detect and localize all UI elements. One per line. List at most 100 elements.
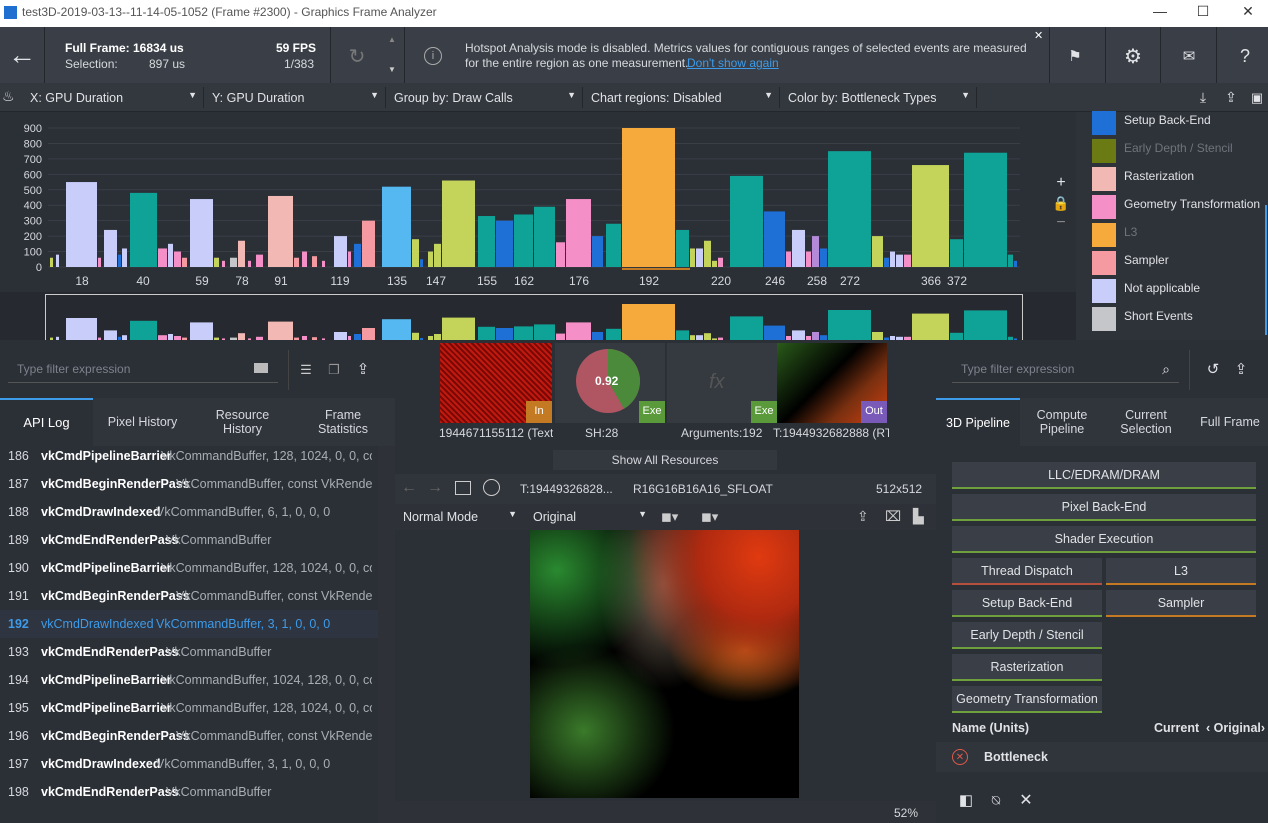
minimize-button[interactable]: — [1150,3,1170,19]
mail-icon[interactable]: ✉ [1176,43,1202,69]
flame-icon[interactable]: ♨ [2,88,15,105]
clear-icon[interactable]: ✕ [1016,790,1036,810]
refresh-icon[interactable]: ↻ [344,43,370,69]
legend-item[interactable]: Short Events [1092,304,1268,332]
nav-back-arrow-icon[interactable]: ← [401,479,417,497]
tab-api-log[interactable]: API Log [0,398,93,446]
table-row[interactable]: 194 vkCmdPipelineBarrier VkCommandBuffer, … [0,666,378,694]
bar-chart-area[interactable]: 0 100 200 300 400 500 600 700 800 900 18 40 59 78 91 11… [0,112,1076,340]
zoom-out-icon[interactable]: − [1052,214,1070,232]
legend-item[interactable]: Sampler [1092,248,1268,276]
cube-channel-icon[interactable]: ◼▾ [661,509,678,525]
original-column-header[interactable]: ‹ Original› [1206,721,1265,735]
pipeline-stage[interactable]: Rasterization [952,654,1102,681]
history-clock-icon[interactable] [483,479,500,496]
legend-item[interactable]: Setup Back-End [1092,108,1268,136]
legend-item[interactable]: Early Depth / Stencil [1092,136,1268,164]
pipeline-stage[interactable]: Geometry Transformation [952,686,1102,713]
render-target-preview[interactable] [530,530,799,798]
pipeline-stage[interactable]: LLC/EDRAM/DRAM [952,462,1256,489]
export-image-icon[interactable]: ⇪ [857,508,869,525]
reset-icon[interactable]: ↺ [1202,358,1224,380]
lock-icon[interactable]: 🔒 [1052,194,1070,212]
help-icon[interactable]: ? [1232,43,1258,69]
filter-off-icon[interactable]: ⍉ [986,790,1006,810]
right-filter-input[interactable]: Type filter expression [952,357,1179,383]
share-icon[interactable]: ⇪ [352,358,374,380]
shader-thumbnail[interactable]: 0.92 Exe [555,343,665,423]
grid-view-icon[interactable]: ◧ [956,790,976,810]
dismiss-info-icon[interactable]: ✕ [1034,29,1043,42]
table-row[interactable]: 187 vkCmdBeginRenderPass VkCommandBuffer, … [0,470,378,498]
pipeline-stage[interactable]: L3 [1106,558,1256,585]
tab-frame-statistics[interactable]: Frame Statistics [293,398,393,446]
pipeline-stage[interactable]: Sampler [1106,590,1256,617]
show-all-resources-button[interactable]: Show All Resources [553,450,777,470]
legend-item[interactable]: Rasterization [1092,164,1268,192]
table-row[interactable]: 193 vkCmdEndRenderPass VkCommandBuffer [0,638,378,666]
legend-toggle-icon[interactable]: ▣ [1246,87,1268,108]
feedback-icon[interactable]: ⚑ [1062,45,1088,67]
nav-forward-arrow-icon[interactable]: → [427,479,443,497]
api-log-list[interactable]: 186 vkCmdPipelineBarrier VkCommandBuffer, … [0,446,388,823]
bottleneck-row[interactable]: ✕ Bottleneck [936,742,1268,772]
pipeline-stage[interactable]: Pixel Back-End [952,494,1256,521]
legend-item[interactable]: L3 [1092,220,1268,248]
color-by-dropdown[interactable]: Color by: Bottleneck Types ▼ [780,87,977,108]
export-icon[interactable]: ⇪ [1220,87,1242,108]
settings-gear-icon[interactable]: ⚙ [1120,43,1146,69]
pipeline-stage[interactable]: Early Depth / Stencil [952,622,1102,649]
table-row[interactable]: 192 vkCmdDrawIndexed VkCommandBuffer, 3, 1… [0,610,388,638]
tab-current-selection[interactable]: Current Selection [1104,398,1188,446]
y-axis-dropdown[interactable]: Y: GPU Duration ▼ [204,87,386,108]
view-dropdown[interactable]: Original ▼ [525,506,653,527]
search-icon[interactable]: ⌕ [1157,360,1175,378]
zoom-in-icon[interactable]: + [1052,174,1070,192]
table-row[interactable]: 191 vkCmdBeginRenderPass VkCommandBuffer, … [0,582,378,610]
chart-regions-dropdown[interactable]: Chart regions: Disabled ▼ [583,87,780,108]
scroll-down-icon[interactable]: ▼ [388,65,396,74]
group-by-dropdown[interactable]: Group by: Draw Calls ▼ [386,87,583,108]
left-filter-input[interactable]: Type filter expression [8,357,278,383]
table-row[interactable]: 186 vkCmdPipelineBarrier VkCommandBuffer, … [0,442,378,470]
tab-compute-pipeline[interactable]: Compute Pipeline [1020,398,1104,446]
table-row[interactable]: 195 vkCmdPipelineBarrier VkCommandBuffer, … [0,694,378,722]
download-icon[interactable]: ⤓ [1192,87,1214,108]
table-row[interactable]: 197 vkCmdDrawIndexed VkCommandBuffer, 3, 1… [0,750,378,778]
pipeline-stage[interactable]: Shader Execution [952,526,1256,553]
table-row[interactable]: 189 vkCmdEndRenderPass VkCommandBuffer [0,526,378,554]
cube-alpha-icon[interactable]: ◼▾ [701,509,718,525]
output-rtv-thumbnail[interactable]: Out [777,343,887,423]
mode-dropdown[interactable]: Normal Mode ▼ [395,506,523,527]
maximize-button[interactable]: ☐ [1193,3,1213,20]
api-log-scrollbar[interactable] [378,446,395,823]
table-row[interactable]: 188 vkCmdDrawIndexed VkCommandBuffer, 6, 1… [0,498,378,526]
dont-show-again-link[interactable]: Don't show again [687,56,779,70]
input-texture-thumbnail[interactable]: In [440,343,552,423]
legend-item[interactable]: Geometry Transformation [1092,192,1268,220]
main-bar-chart[interactable]: 0 100 200 300 400 500 600 700 800 900 18 40 59 78 91 11… [0,112,1076,292]
calendar-icon[interactable] [254,363,268,373]
pipeline-stage[interactable]: Thread Dispatch [952,558,1102,585]
back-arrow-icon[interactable]: ← [0,27,44,83]
fit-icon[interactable]: ⌧ [885,508,901,525]
image-icon[interactable] [455,481,471,495]
copy-icon[interactable]: ❐ [324,360,344,380]
histogram-icon[interactable]: ▙ [913,508,924,525]
share-metrics-icon[interactable]: ⇪ [1230,358,1252,380]
table-row[interactable]: 196 vkCmdBeginRenderPass VkCommandBuffer, … [0,722,378,750]
table-row[interactable]: 190 vkCmdPipelineBarrier VkCommandBuffer, … [0,554,378,582]
close-window-button[interactable]: ✕ [1238,3,1258,20]
tree-view-icon[interactable]: ☰ [296,360,316,380]
x-axis-dropdown[interactable]: X: GPU Duration ▼ [22,87,204,108]
tab-full-frame[interactable]: Full Frame [1188,398,1268,446]
pipeline-stage[interactable]: Setup Back-End [952,590,1102,617]
scroll-up-icon[interactable]: ▲ [388,35,396,44]
legend-item[interactable]: Not applicable [1092,276,1268,304]
arguments-thumbnail[interactable]: fx Exe [667,343,777,423]
overview-strip[interactable] [0,292,1076,340]
legend-scrollbar[interactable] [1265,205,1267,335]
tab-pixel-history[interactable]: Pixel History [93,398,192,446]
tab-3d-pipeline[interactable]: 3D Pipeline [936,398,1020,446]
tab-resource-history[interactable]: Resource History [192,398,293,446]
